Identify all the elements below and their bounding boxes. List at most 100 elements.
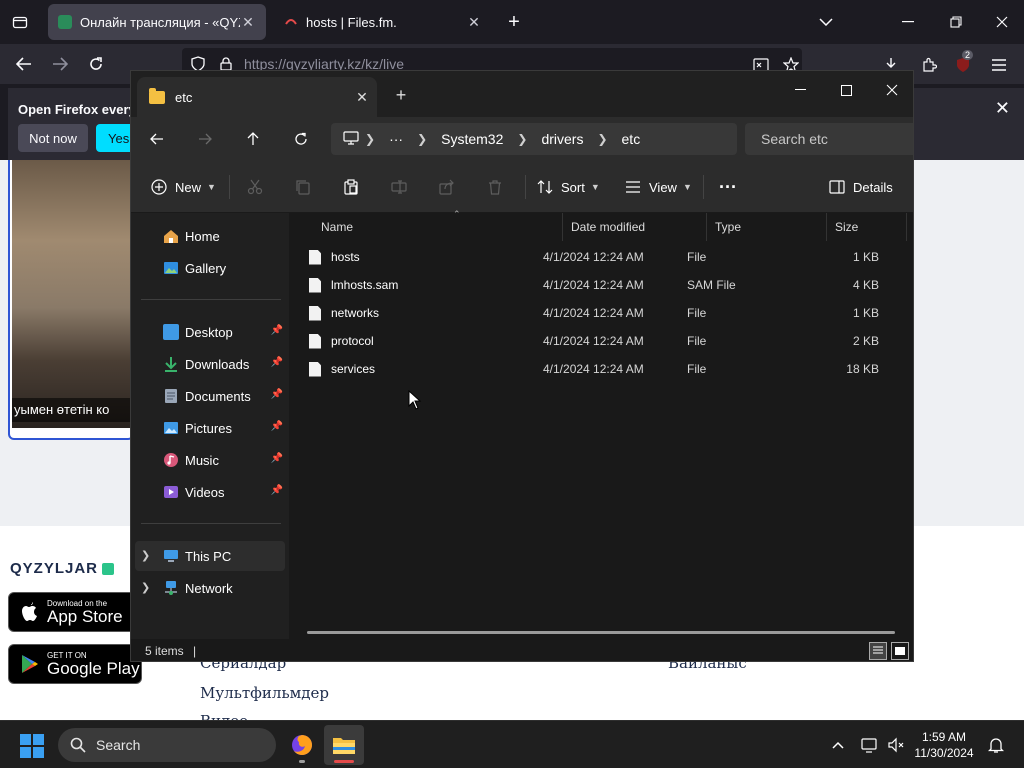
this-pc-monitor-icon[interactable]: [343, 130, 359, 148]
breadcrumb-drivers[interactable]: drivers: [541, 131, 583, 147]
nav-item-documents[interactable]: Documents 📌: [135, 381, 285, 411]
firefox-taskbar-icon[interactable]: [282, 725, 322, 765]
forward-arrow-icon[interactable]: [48, 52, 72, 76]
hamburger-menu-icon[interactable]: [988, 54, 1010, 76]
network-status-icon[interactable]: [860, 733, 880, 757]
volume-muted-icon[interactable]: [886, 733, 906, 757]
chevron-right-icon[interactable]: ❯: [365, 132, 375, 146]
sort-ascending-icon: ⌃: [453, 209, 461, 219]
breadcrumb-system32[interactable]: System32: [441, 131, 503, 147]
close-notification-icon[interactable]: ✕: [995, 98, 1010, 119]
sort-button[interactable]: Sort ▼: [537, 173, 600, 201]
back-arrow-icon[interactable]: [12, 52, 36, 76]
footer-link-video[interactable]: Видео: [200, 712, 248, 720]
not-now-button[interactable]: Not now: [18, 124, 88, 152]
column-header-size[interactable]: Size: [827, 213, 907, 241]
copy-icon[interactable]: [295, 173, 311, 201]
breadcrumb-etc[interactable]: etc: [622, 131, 641, 147]
nav-item-pictures[interactable]: Pictures 📌: [135, 413, 285, 443]
this-pc-icon: [163, 548, 179, 564]
tab-overview-icon[interactable]: [8, 10, 32, 34]
nav-item-this-pc[interactable]: ❯ This PC: [135, 541, 285, 571]
start-windows-icon[interactable]: [20, 734, 44, 758]
nav-item-network[interactable]: ❯ Network: [135, 573, 285, 603]
maximize-icon[interactable]: [823, 75, 869, 105]
chevron-right-icon[interactable]: ❯: [417, 132, 427, 146]
live-video-card[interactable]: уымен өтетін ко: [8, 160, 134, 440]
close-tab-icon[interactable]: ✕: [240, 14, 256, 31]
file-size: 4 KB: [852, 278, 879, 292]
column-header-date[interactable]: Date modified: [563, 213, 707, 241]
horizontal-scrollbar[interactable]: [307, 631, 895, 634]
search-input[interactable]: Search etc: [745, 123, 913, 155]
notification-bell-icon[interactable]: [986, 733, 1006, 757]
file-explorer-taskbar-icon[interactable]: [324, 725, 364, 765]
tiles-view-icon[interactable]: [891, 642, 909, 660]
nav-item-desktop[interactable]: Desktop 📌: [135, 317, 285, 347]
new-tab-plus-icon[interactable]: +: [502, 10, 526, 34]
browser-tab-active[interactable]: Онлайн трансляция - «QYZYL ✕: [48, 4, 266, 40]
pin-icon[interactable]: 📌: [271, 357, 283, 368]
chevron-right-icon[interactable]: ❯: [141, 581, 150, 594]
column-header-name[interactable]: Name ⌃: [313, 209, 563, 241]
nav-item-music[interactable]: Music 📌: [135, 445, 285, 475]
taskbar-search[interactable]: Search: [58, 728, 276, 762]
view-button[interactable]: View ▼: [625, 173, 692, 201]
up-arrow-icon[interactable]: [237, 125, 269, 153]
close-tab-icon[interactable]: ✕: [466, 14, 482, 31]
paste-icon[interactable]: [343, 173, 359, 201]
restore-icon[interactable]: [944, 10, 968, 34]
close-tab-icon[interactable]: ✕: [347, 89, 377, 106]
status-separator: |: [193, 644, 197, 658]
more-options-button[interactable]: ···: [719, 173, 737, 201]
close-window-icon[interactable]: [990, 10, 1014, 34]
cut-icon[interactable]: [247, 173, 263, 201]
browser-tab[interactable]: hosts | Files.fm. ✕: [274, 4, 492, 40]
chevron-right-icon[interactable]: ❯: [597, 132, 607, 146]
breadcrumb-more[interactable]: ···: [389, 131, 403, 147]
new-button[interactable]: New ▼: [151, 173, 216, 201]
show-hidden-icons-chevron-icon[interactable]: [828, 733, 848, 757]
chevron-down-icon: ▼: [207, 182, 216, 192]
app-store-button[interactable]: Download on the App Store: [8, 592, 142, 632]
reload-icon[interactable]: [84, 52, 108, 76]
nav-item-downloads[interactable]: Downloads 📌: [135, 349, 285, 379]
nav-item-home[interactable]: Home: [135, 221, 285, 251]
file-row-networks[interactable]: networks 4/1/2024 12:24 AM File 1 KB: [303, 299, 903, 327]
details-pane-button[interactable]: Details: [829, 173, 893, 201]
nav-item-gallery[interactable]: Gallery: [135, 253, 285, 283]
extensions-puzzle-icon[interactable]: [918, 54, 940, 76]
share-icon[interactable]: [439, 173, 455, 201]
close-window-icon[interactable]: [869, 75, 913, 105]
list-tabs-chevron-icon[interactable]: [814, 10, 838, 34]
details-view-icon[interactable]: [869, 642, 887, 660]
column-header-type[interactable]: Type: [707, 213, 827, 241]
footer-link-cartoons[interactable]: Мультфильмдер: [200, 684, 329, 702]
explorer-tab[interactable]: etc ✕: [137, 77, 377, 117]
nav-item-videos[interactable]: Videos 📌: [135, 477, 285, 507]
address-bar[interactable]: ❯ ··· ❯ System32 ❯ drivers ❯ etc: [331, 123, 737, 155]
file-row-hosts[interactable]: hosts 4/1/2024 12:24 AM File 1 KB: [303, 243, 903, 271]
chevron-right-icon[interactable]: ❯: [141, 549, 150, 562]
google-play-button[interactable]: GET IT ON Google Play: [8, 644, 142, 684]
pin-icon[interactable]: 📌: [271, 389, 283, 400]
back-arrow-icon[interactable]: [141, 125, 173, 153]
forward-arrow-icon[interactable]: [189, 125, 221, 153]
pin-icon[interactable]: 📌: [271, 421, 283, 432]
rename-icon[interactable]: [391, 173, 407, 201]
chevron-right-icon[interactable]: ❯: [517, 132, 527, 146]
pin-icon[interactable]: 📌: [271, 325, 283, 336]
site-logo[interactable]: QYZYLJAR: [10, 560, 115, 577]
file-row-lmhosts[interactable]: lmhosts.sam 4/1/2024 12:24 AM SAM File 4…: [303, 271, 903, 299]
new-tab-plus-icon[interactable]: +: [389, 83, 413, 107]
pin-icon[interactable]: 📌: [271, 485, 283, 496]
file-row-protocol[interactable]: protocol 4/1/2024 12:24 AM File 2 KB: [303, 327, 903, 355]
pin-icon[interactable]: 📌: [271, 453, 283, 464]
file-row-services[interactable]: services 4/1/2024 12:24 AM File 18 KB: [303, 355, 903, 383]
delete-trash-icon[interactable]: [487, 173, 503, 201]
ublock-extension-icon[interactable]: 2: [952, 50, 974, 76]
system-clock[interactable]: 1:59 AM 11/30/2024: [912, 729, 976, 761]
minimize-icon[interactable]: [777, 75, 823, 105]
refresh-icon[interactable]: [285, 125, 317, 153]
minimize-icon[interactable]: [896, 10, 920, 34]
